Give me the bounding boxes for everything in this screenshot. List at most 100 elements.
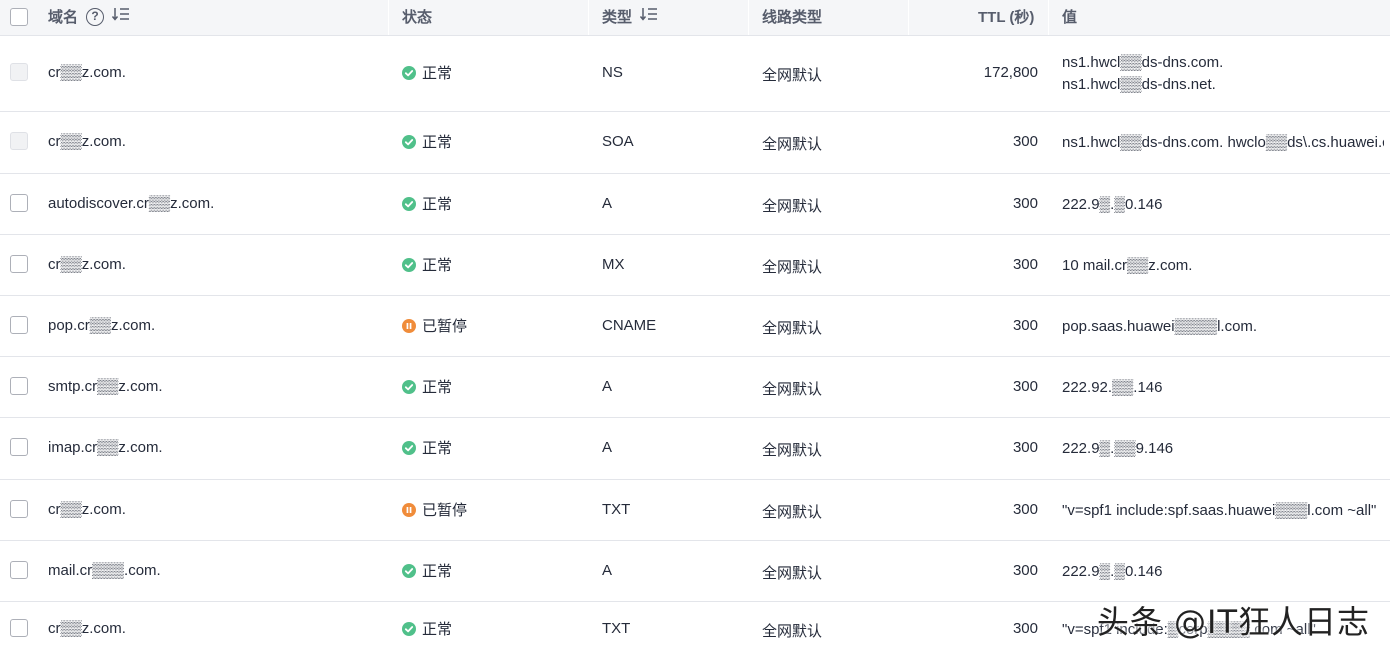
row-checkbox[interactable] xyxy=(10,500,28,518)
record-type: NS xyxy=(602,64,623,81)
table-row[interactable]: cr▒▒z.com. 已暂停 TXT 全网默认 300 "v=spf1 include:s… xyxy=(0,480,1390,541)
ttl-value: 300 xyxy=(1012,317,1038,334)
record-type: TXT xyxy=(602,620,631,637)
record-value: 222.9▒.▒0.146 xyxy=(1062,194,1163,216)
status-text: 正常 xyxy=(422,257,453,274)
line-type: 全网默认 xyxy=(762,198,823,215)
row-checkbox[interactable] xyxy=(10,561,28,579)
status-text: 正常 xyxy=(422,196,453,213)
line-type: 全网默认 xyxy=(762,565,823,582)
status-text: 正常 xyxy=(422,65,453,82)
record-type: SOA xyxy=(602,133,634,150)
row-checkbox[interactable] xyxy=(10,377,28,395)
status-cell: 已暂停 xyxy=(402,499,467,520)
header-domain: 域名? xyxy=(48,0,130,35)
record-value-line: 222.92.▒▒.146 xyxy=(1062,379,1163,396)
ttl-value: 300 xyxy=(1012,562,1038,579)
domain-name: cr▒▒z.com. xyxy=(48,133,126,150)
record-value-line: pop.saas.huawei▒▒▒▒l.com. xyxy=(1062,318,1258,335)
ttl-value: 300 xyxy=(1012,378,1038,395)
domain-name: smtp.cr▒▒z.com. xyxy=(48,378,163,395)
row-checkbox xyxy=(10,132,28,150)
ttl-value: 300 xyxy=(1012,256,1038,273)
table-row[interactable]: autodiscover.cr▒▒z.com. 正常 A 全网默认 300 222.9▒.… xyxy=(0,174,1390,235)
line-type: 全网默认 xyxy=(762,320,823,337)
record-value-line: ns1.hwcl▒▒ds-dns.com. xyxy=(1062,54,1224,71)
table-row[interactable]: smtp.cr▒▒z.com. 正常 A 全网默认 300 222.92.▒▒.146 xyxy=(0,357,1390,418)
table-header: 域名? 状态 类型 线路类型 TTL (秒) 值 xyxy=(0,0,1390,36)
domain-name: cr▒▒z.com. xyxy=(48,64,126,81)
domain-name: imap.cr▒▒z.com. xyxy=(48,439,163,456)
status-cell: 正常 xyxy=(402,62,452,83)
domain-name: autodiscover.cr▒▒z.com. xyxy=(48,195,215,212)
select-all-checkbox[interactable] xyxy=(10,8,28,26)
ttl-value: 300 xyxy=(1012,439,1038,456)
check-circle-icon xyxy=(402,440,416,455)
status-text: 已暂停 xyxy=(422,502,468,519)
header-line-type: 线路类型 xyxy=(762,9,823,26)
row-checkbox[interactable] xyxy=(10,194,28,212)
record-value: ns1.hwcl▒▒ds-dns.com. hwclo▒▒ds\.cs.huaw… xyxy=(1062,132,1384,154)
status-cell: 正常 xyxy=(402,131,452,152)
record-value-line: 222.9▒.▒0.146 xyxy=(1062,196,1163,213)
sort-icon[interactable] xyxy=(639,0,658,34)
line-type: 全网默认 xyxy=(762,623,823,640)
record-value: 10 mail.cr▒▒z.com. xyxy=(1062,255,1192,277)
status-cell: 正常 xyxy=(402,254,452,275)
table-row[interactable]: cr▒▒z.com. 正常 SOA 全网默认 300 ns1.hwcl▒▒ds-dns.c… xyxy=(0,112,1390,174)
record-value: 222.9▒.▒0.146 xyxy=(1062,561,1163,583)
dns-record-table: 域名? 状态 类型 线路类型 TTL (秒) 值 cr▒▒z.com. 正常 NS 全… xyxy=(0,0,1390,657)
line-type: 全网默认 xyxy=(762,442,823,459)
record-type: MX xyxy=(602,256,625,273)
record-value-line: 222.9▒.▒0.146 xyxy=(1062,563,1163,580)
watermark: 头条 @IT狂人日志 xyxy=(1096,603,1370,641)
header-type: 类型 xyxy=(602,0,658,35)
ttl-value: 300 xyxy=(1012,501,1038,518)
record-type: A xyxy=(602,195,613,212)
domain-name: pop.cr▒▒z.com. xyxy=(48,317,156,334)
status-cell: 正常 xyxy=(402,376,452,397)
record-value: 222.9▒.▒▒9.146 xyxy=(1062,438,1173,460)
record-type: A xyxy=(602,562,613,579)
domain-name: cr▒▒z.com. xyxy=(48,501,126,518)
status-text: 正常 xyxy=(422,134,453,151)
record-type: CNAME xyxy=(602,317,657,334)
domain-name: cr▒▒z.com. xyxy=(48,256,126,273)
check-circle-icon xyxy=(402,65,416,80)
header-ttl: TTL (秒) xyxy=(978,9,1035,26)
status-text: 正常 xyxy=(422,621,453,638)
row-checkbox xyxy=(10,63,28,81)
table-row[interactable]: mail.cr▒▒▒.com. 正常 A 全网默认 300 222.9▒.▒0.146 xyxy=(0,541,1390,602)
table-row[interactable]: pop.cr▒▒z.com. 已暂停 CNAME 全网默认 300 pop.saas.hu… xyxy=(0,296,1390,357)
record-value-line: 10 mail.cr▒▒z.com. xyxy=(1062,257,1193,274)
check-circle-icon xyxy=(402,379,416,394)
line-type: 全网默认 xyxy=(762,67,823,84)
table-row[interactable]: cr▒▒z.com. 正常 MX 全网默认 300 10 mail.cr▒▒z.com. xyxy=(0,235,1390,296)
record-value: 222.92.▒▒.146 xyxy=(1062,377,1163,399)
ttl-value: 300 xyxy=(1012,133,1038,150)
line-type: 全网默认 xyxy=(762,504,823,521)
check-circle-icon xyxy=(402,196,416,211)
status-text: 正常 xyxy=(422,379,453,396)
row-checkbox[interactable] xyxy=(10,255,28,273)
table-row[interactable]: imap.cr▒▒z.com. 正常 A 全网默认 300 222.9▒.▒▒9.146 xyxy=(0,418,1390,480)
record-type: A xyxy=(602,378,613,395)
row-checkbox[interactable] xyxy=(10,316,28,334)
question-circle-icon[interactable]: ? xyxy=(86,7,105,26)
line-type: 全网默认 xyxy=(762,381,823,398)
status-text: 已暂停 xyxy=(422,318,468,335)
row-checkbox[interactable] xyxy=(10,438,28,456)
record-value-line: ns1.hwcl▒▒ds-dns.net. xyxy=(1062,76,1216,93)
header-status: 状态 xyxy=(402,9,433,26)
record-value-line: "v=spf1 include:spf.saas.huawei▒▒▒l.com … xyxy=(1062,502,1377,519)
status-text: 正常 xyxy=(422,440,453,457)
line-type: 全网默认 xyxy=(762,136,823,153)
record-type: A xyxy=(602,439,613,456)
ttl-value: 300 xyxy=(1012,195,1038,212)
check-circle-icon xyxy=(402,257,416,272)
table-row[interactable]: cr▒▒z.com. 正常 NS 全网默认 172,800 ns1.hwcl▒▒ds-dn… xyxy=(0,36,1390,112)
row-checkbox[interactable] xyxy=(10,619,28,637)
status-cell: 已暂停 xyxy=(402,315,467,336)
header-value: 值 xyxy=(1062,9,1078,26)
sort-icon[interactable] xyxy=(111,0,130,34)
